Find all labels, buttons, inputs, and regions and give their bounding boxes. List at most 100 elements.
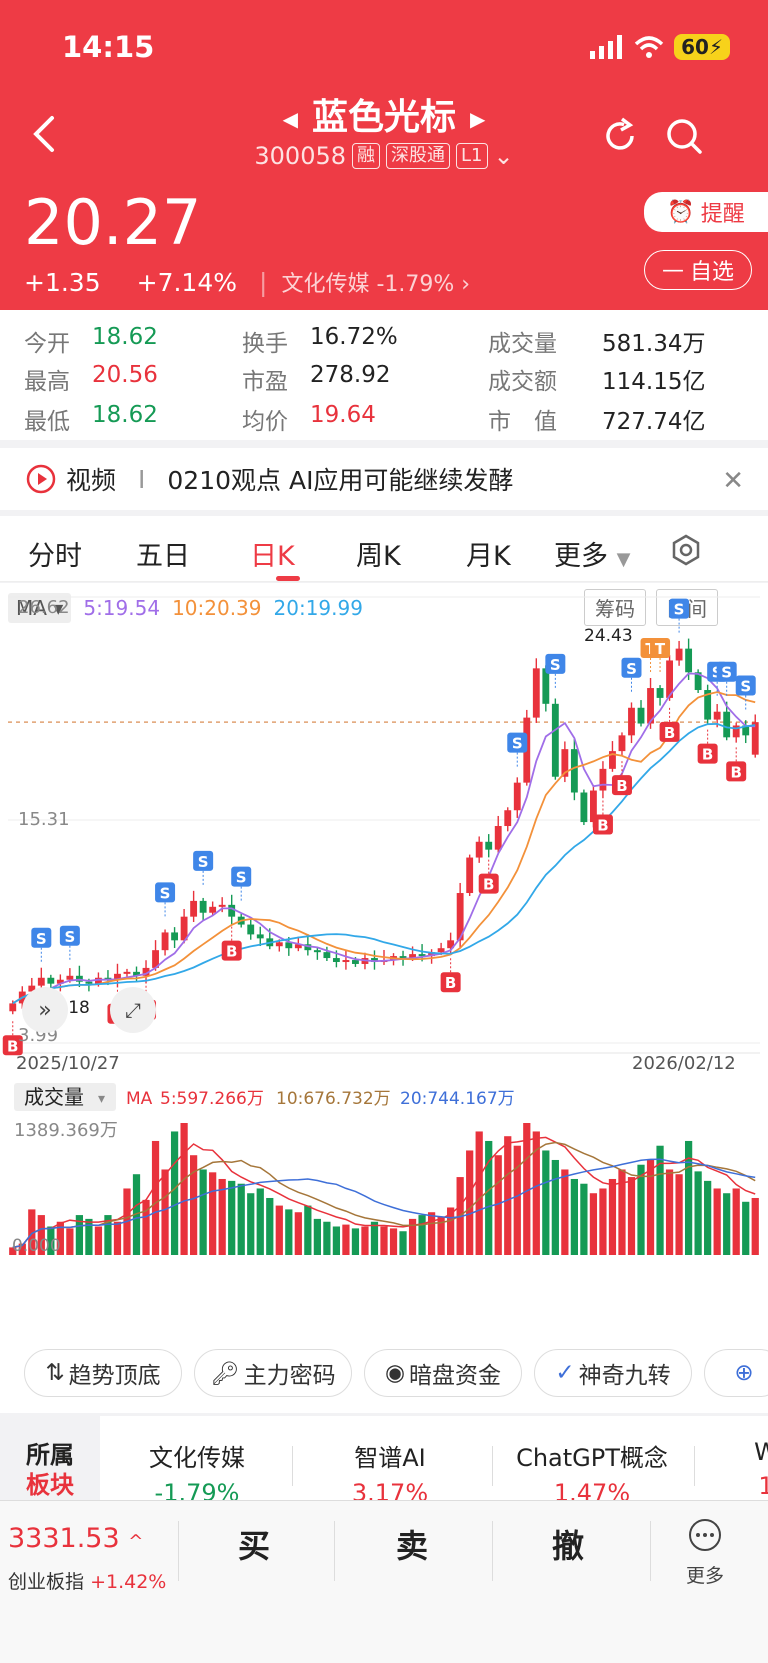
margin-tag: 融 — [352, 143, 381, 169]
quote-value: 18.62 — [92, 324, 158, 350]
sector-item[interactable]: 文化传媒 -1.79% — [112, 1438, 282, 1500]
add-favorite-button[interactable]: — 自选 — [644, 250, 752, 290]
stock-code: 300058 — [254, 142, 347, 170]
collapse-button[interactable]: » — [22, 987, 68, 1033]
sector-item[interactable]: 智谱AI 3.17% — [300, 1438, 480, 1500]
volume-bar — [209, 1172, 217, 1255]
volume-bar — [561, 1169, 569, 1255]
search-icon[interactable] — [664, 116, 704, 156]
candle-body — [342, 960, 350, 963]
volume-bar — [675, 1174, 683, 1255]
close-icon[interactable]: ✕ — [722, 466, 744, 496]
signal-badge-label: B — [483, 876, 494, 894]
candle-body — [199, 900, 207, 913]
news-banner[interactable]: 视频 I 0210观点 AI应用可能继续发酵 ✕ — [0, 448, 768, 510]
volume-bar — [285, 1209, 293, 1255]
tab-weekly-k[interactable]: 周K — [356, 534, 401, 573]
candle-body — [675, 648, 683, 661]
signal-badge-label: B — [664, 724, 675, 742]
volume-bar — [742, 1201, 750, 1255]
y-axis-mid: 15.31 — [18, 809, 70, 830]
candle-body — [475, 841, 483, 858]
coin-icon: ◉ — [384, 1360, 406, 1386]
sector-item[interactable]: W1 — [746, 1438, 768, 1500]
volume-bar — [266, 1197, 274, 1255]
settings-icon[interactable] — [670, 534, 702, 566]
signal-badge-label: S — [64, 928, 75, 946]
key-icon: 🔑︎ — [210, 1360, 240, 1387]
wifi-icon — [634, 36, 664, 58]
signal-badge-label: S — [626, 660, 637, 678]
signal-badge-label: B — [597, 817, 608, 835]
main-force-code-button[interactable]: 🔑︎ 主力密码 — [194, 1349, 352, 1397]
dark-pool-button[interactable]: ◉ 暗盘资金 — [364, 1349, 522, 1397]
tab-five-day[interactable]: 五日 — [136, 534, 190, 573]
volume-bar — [304, 1205, 312, 1255]
more-button[interactable]: 更多 — [686, 1517, 724, 1588]
volume-title[interactable]: 成交量 — [24, 1085, 84, 1109]
candle-body — [275, 942, 283, 947]
volume-bar — [199, 1169, 207, 1255]
refresh-icon[interactable] — [600, 116, 640, 156]
next-stock-icon[interactable]: ▶ — [470, 107, 485, 131]
volume-min-label: 0.000 — [12, 1236, 61, 1256]
volume-bar — [228, 1180, 236, 1255]
change-value: +1.35 — [24, 267, 101, 297]
signal-badge-label: B — [702, 746, 713, 764]
tab-intraday[interactable]: 分时 — [28, 534, 82, 573]
kline-svg[interactable]: BSSBBSSBSBBSSBBSTTSBSBSBS 26.62 15.31 3.… — [0, 583, 768, 1333]
candle-body — [494, 826, 502, 850]
date-end: 2026/02/12 — [632, 1053, 736, 1074]
candle-body — [352, 960, 359, 964]
candle-body — [218, 904, 226, 907]
volume-bar — [237, 1183, 245, 1255]
trade-bar: 3331.53 ^ 创业板指 +1.42% 买 卖 撤 更多 — [0, 1500, 768, 1663]
remind-button[interactable]: ⏰ 提醒 — [644, 192, 768, 232]
sector-link[interactable]: 文化传媒 -1.79% › — [281, 266, 470, 298]
play-icon — [26, 464, 56, 494]
volume-bar — [323, 1221, 331, 1255]
more-tool-button[interactable]: ⊕ — [704, 1349, 768, 1397]
quote-value: 727.74亿 — [602, 409, 706, 435]
stock-name: 蓝色光标 — [311, 97, 456, 138]
quote-label: 成交量 — [488, 331, 557, 357]
fullscreen-button[interactable]: ⤢ — [110, 987, 156, 1033]
candle-body — [437, 948, 445, 953]
tab-more[interactable]: 更多 ▼ — [554, 534, 630, 573]
signal-icon — [590, 35, 623, 59]
candle-body — [228, 904, 236, 917]
volume-bar — [389, 1228, 398, 1255]
indicator-tools: ⇅ 趋势顶底 🔑︎ 主力密码 ◉ 暗盘资金 ✓ 神奇九转 ⊕ — [0, 1333, 768, 1413]
trend-top-bottom-button[interactable]: ⇅ 趋势顶底 — [24, 1349, 182, 1397]
index-value[interactable]: 3331.53 ^ — [8, 1523, 143, 1554]
candle-body — [551, 703, 559, 777]
magic-nine-button[interactable]: ✓ 神奇九转 — [534, 1349, 692, 1397]
date-start: 2025/10/27 — [16, 1053, 120, 1074]
stock-subtitle: 300058 融 深股通 L1 ⌄ — [0, 142, 768, 170]
sell-button[interactable]: 卖 — [396, 1521, 428, 1567]
candle-body — [313, 950, 321, 953]
signal-badge-label: S — [36, 930, 47, 948]
buy-button[interactable]: 买 — [238, 1521, 270, 1567]
candle-body — [723, 711, 731, 738]
news-text: 0210观点 AI应用可能继续发酵 — [167, 466, 514, 495]
candle-body — [532, 668, 540, 718]
volume-bar — [66, 1228, 74, 1255]
volume-bar — [351, 1228, 360, 1255]
tab-daily-k[interactable]: 日K — [250, 534, 295, 573]
kline-chart-panel[interactable]: MA ▾ 5:19.54 10:20.39 20:19.99 筹码 区间 BSS… — [0, 583, 768, 1333]
tab-monthly-k[interactable]: 月K — [466, 534, 511, 573]
volume-max-label: 1389.369万 — [14, 1120, 118, 1141]
cancel-order-button[interactable]: 撤 — [552, 1521, 584, 1567]
candle-body — [332, 958, 340, 962]
prev-stock-icon[interactable]: ◀ — [283, 107, 298, 131]
quote-label: 最低 — [24, 409, 70, 435]
change-percent: +7.14% — [136, 267, 237, 297]
sector-item[interactable]: ChatGPT概念 1.47% — [502, 1438, 682, 1500]
check-curve-icon: ✓ — [555, 1360, 575, 1386]
signal-badge-label: T — [655, 640, 666, 658]
more-dots-icon — [689, 1519, 721, 1551]
quote-value: 18.62 — [92, 402, 158, 428]
candle-body — [618, 735, 626, 752]
chevron-down-icon[interactable]: ⌄ — [494, 142, 514, 170]
